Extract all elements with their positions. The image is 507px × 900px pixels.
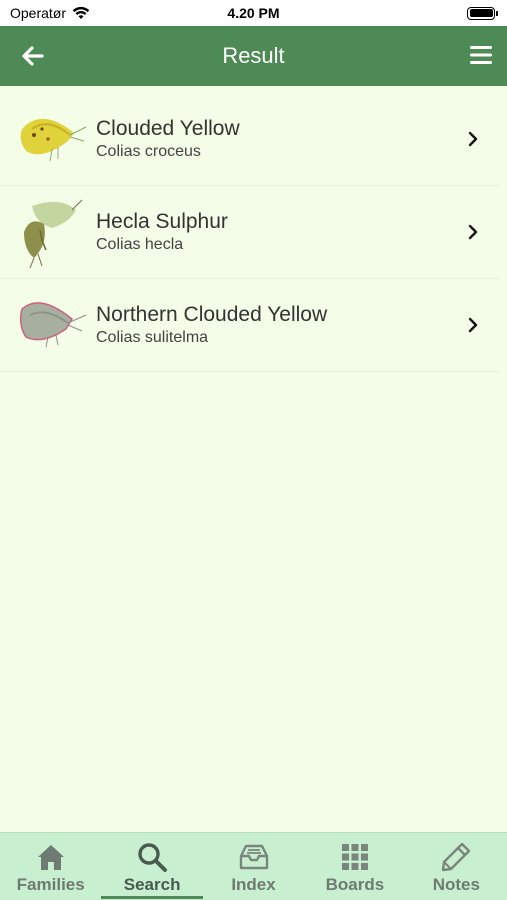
species-name: Northern Clouded Yellow <box>96 303 328 326</box>
tab-boards[interactable]: Boards <box>304 833 405 900</box>
butterfly-thumbnail <box>20 118 87 162</box>
battery-icon <box>467 6 498 20</box>
hamburger-menu-icon[interactable] <box>469 43 493 67</box>
list-item[interactable]: Clouded Yellow Colias croceus <box>0 93 500 186</box>
page-title: Result <box>222 43 285 68</box>
result-list: Clouded Yellow Colias croceus Hecla Sulp… <box>0 93 507 372</box>
pencil-icon <box>442 842 471 872</box>
chevron-right-icon <box>468 317 478 333</box>
species-latin-name: Colias sulitelma <box>96 329 209 346</box>
chevron-right-icon <box>468 224 478 240</box>
tab-label: Index <box>231 875 276 894</box>
tab-index[interactable]: Index <box>203 833 304 900</box>
list-item[interactable]: Hecla Sulphur Colias hecla <box>0 186 500 279</box>
status-left: Operatør <box>10 5 90 21</box>
list-item[interactable]: Northern Clouded Yellow Colias sulitelma <box>0 279 500 372</box>
tab-search[interactable]: Search <box>101 833 204 900</box>
tab-families[interactable]: Families <box>0 833 101 900</box>
species-latin-name: Colias croceus <box>96 143 201 160</box>
back-arrow-icon[interactable] <box>20 43 46 69</box>
search-icon <box>138 843 168 872</box>
tab-label: Notes <box>432 875 480 894</box>
species-name: Hecla Sulphur <box>96 210 228 233</box>
species-latin-name: Colias hecla <box>96 236 184 253</box>
home-icon <box>37 845 64 870</box>
tab-label: Families <box>16 875 85 894</box>
tab-notes[interactable]: Notes <box>406 833 507 900</box>
item-text: Hecla Sulphur Colias hecla <box>96 210 228 254</box>
nav-bar: Result <box>0 26 507 86</box>
item-text: Clouded Yellow Colias croceus <box>96 117 240 161</box>
tab-bar: Families Search Index Boards Notes <box>0 832 507 900</box>
butterfly-thumbnail <box>24 199 83 269</box>
wifi-icon <box>72 6 90 19</box>
inbox-icon <box>239 844 268 870</box>
status-bar: Operatør 4.20 PM <box>0 0 507 26</box>
tab-label: Search <box>123 875 181 894</box>
carrier-label: Operatør <box>10 5 67 21</box>
butterfly-thumbnail <box>19 302 87 348</box>
species-name: Clouded Yellow <box>96 117 240 140</box>
grid-icon <box>341 844 368 870</box>
tab-label: Boards <box>325 875 385 894</box>
chevron-right-icon <box>468 131 478 147</box>
item-text: Northern Clouded Yellow Colias sulitelma <box>96 303 327 347</box>
